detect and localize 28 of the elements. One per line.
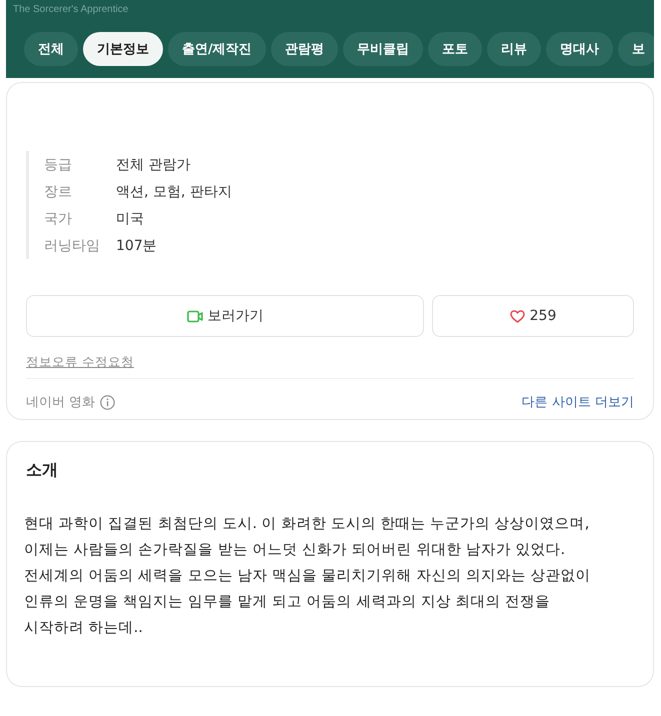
nav-tab[interactable]: 리뷰 (486, 32, 541, 66)
report-error-link[interactable]: 정보오류 수정요청 (26, 354, 134, 369)
info-label: 등급 (44, 156, 73, 174)
nav-tab[interactable]: 무비클립 (342, 32, 423, 66)
info-value: 액션, 모험, 판타지 (116, 182, 232, 200)
nav-tab[interactable]: 관람평 (270, 32, 338, 66)
more-sites-link[interactable]: 다른 사이트 더보기 (522, 393, 634, 411)
like-button[interactable]: 259 (432, 295, 634, 337)
nav-tab[interactable]: 명대사 (546, 32, 613, 66)
info-value: 107분 (116, 236, 157, 254)
video-camera-icon (186, 310, 202, 322)
info-icon (100, 394, 116, 410)
source-label: 네이버 영화 (26, 394, 96, 411)
section-heading: 소개 (25, 460, 58, 481)
nav-tab[interactable]: 포토 (428, 32, 482, 66)
nav-tab[interactable]: 보 (618, 32, 654, 66)
info-value: 미국 (116, 210, 144, 228)
nav-tab[interactable]: 출연/제작진 (168, 32, 266, 66)
info-label: 국가 (44, 210, 73, 228)
watch-button[interactable]: 보러가기 (26, 295, 424, 337)
info-label: 러닝타임 (44, 236, 101, 254)
nav-tab[interactable]: 전체 (24, 32, 78, 66)
heart-icon (510, 310, 525, 322)
movie-title: The Sorcerer's Apprentice (12, 4, 128, 16)
nav-tab[interactable]: 기본정보 (83, 32, 163, 66)
info-value: 전체 관람가 (116, 156, 190, 174)
synopsis-text: 현대 과학이 집결된 최첨단의 도시. 이 화려한 도시의 한때는 누군가의 상상이였으며, 이제는 사람들의 손가락질을 받는 어느덧 신화가 되어버린 위대한 남자가 있었다. 전세계의 어둠의 세력을 모으는 남자 맥심을 물리치기위해 자신의 의지와는 상관없이 인류의 운명을 책임지는 임무를 맡게 되고 어둠의 세력과의 지상 최대의 전쟁을 시작하려 하는데.. (24, 515, 592, 638)
info-label: 장르 (44, 182, 73, 200)
